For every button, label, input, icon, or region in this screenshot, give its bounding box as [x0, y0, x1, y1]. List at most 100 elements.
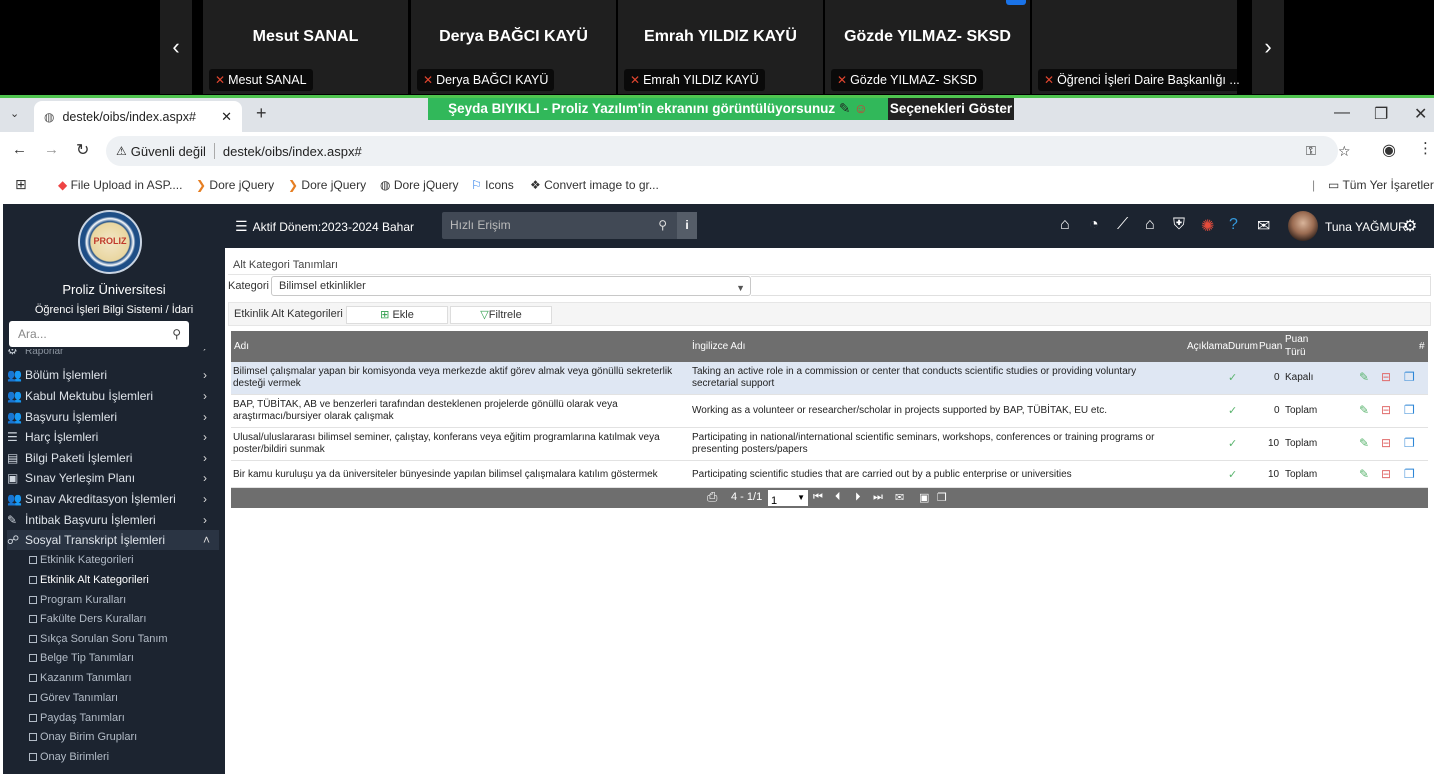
- user-name[interactable]: Tuna YAĞMUR: [1325, 220, 1407, 234]
- copy-icon[interactable]: ❐: [1404, 436, 1415, 450]
- copy-icon[interactable]: ❐: [1404, 403, 1415, 417]
- sidebar-item-bilgi-paketi[interactable]: ▤ Bilgi Paketi İşlemleri ›: [7, 451, 207, 465]
- avatar[interactable]: [1288, 211, 1318, 241]
- sidebar-item-sinav-akreditasyon[interactable]: 👥 Sınav Akreditasyon İşlemleri ›: [7, 492, 207, 506]
- menu-icon[interactable]: ⋮: [1418, 139, 1433, 157]
- star-icon[interactable]: ☆: [1338, 143, 1351, 160]
- active-term[interactable]: ☰ Aktif Dönem:2023-2024 Bahar: [235, 218, 414, 235]
- table-row[interactable]: Bir kamu kuruluşu ya da üniversiteler bü…: [231, 461, 1428, 488]
- last-page-icon[interactable]: ⏭: [873, 491, 883, 504]
- info-icon[interactable]: i: [677, 212, 697, 239]
- column-header[interactable]: İngilizce Adı: [692, 341, 745, 352]
- settings-icon[interactable]: ⚙: [1403, 216, 1417, 236]
- bank-icon[interactable]: ⌂: [1145, 216, 1155, 234]
- sidebar-item-intibak[interactable]: ✎ İntibak Başvuru İşlemleri ›: [7, 513, 207, 527]
- browser-tab[interactable]: ◍ destek/oibs/index.aspx# ✕: [34, 101, 242, 132]
- bookmark-item[interactable]: ◆ File Upload in ASP....: [58, 178, 182, 192]
- minimize-button[interactable]: —: [1334, 104, 1350, 122]
- submenu-item[interactable]: Fakülte Ders Kuralları: [29, 613, 146, 625]
- submenu-item[interactable]: Sıkça Sorulan Soru Tanım: [29, 633, 168, 645]
- address-field[interactable]: ⚠ Güvenli değil destek/oibs/index.aspx# …: [106, 136, 1351, 166]
- bookmark-item[interactable]: ❯ Dore jQuery: [196, 178, 274, 192]
- delete-icon[interactable]: ⊟: [1381, 436, 1391, 450]
- first-page-icon[interactable]: ⏮: [813, 491, 823, 504]
- copy-icon[interactable]: ❐: [1404, 370, 1415, 384]
- all-bookmarks-button[interactable]: ▭ Tüm Yer İşaretleri: [1328, 178, 1434, 192]
- delete-icon[interactable]: ⊟: [1381, 370, 1391, 384]
- next-participants-button[interactable]: ›: [1252, 0, 1284, 94]
- bookmark-item[interactable]: ❯ Dore jQuery: [288, 178, 366, 192]
- new-tab-button[interactable]: +: [256, 103, 267, 124]
- edit-icon[interactable]: ✎: [1359, 467, 1369, 481]
- column-header[interactable]: Adı: [234, 341, 249, 352]
- sidebar-item-sosyal-transkript[interactable]: ☍ Sosyal Transkript İşlemleri ˄: [7, 530, 219, 550]
- submenu-item[interactable]: Onay Birimleri: [29, 751, 109, 763]
- submenu-item-active[interactable]: Etkinlik Alt Kategorileri: [29, 574, 149, 586]
- bookmark-item[interactable]: ❖ Convert image to gr...: [530, 178, 659, 192]
- edit-icon[interactable]: ✎: [1359, 436, 1369, 450]
- submenu-item[interactable]: Onay Birim Grupları: [29, 731, 137, 743]
- bookmark-item[interactable]: ⚐ Icons: [471, 178, 514, 192]
- sidebar-search-input[interactable]: Ara... ⚲: [9, 321, 189, 347]
- key-icon[interactable]: ⚿: [1306, 143, 1316, 159]
- pie-chart-icon[interactable]: ◔: [1089, 216, 1099, 234]
- print-icon[interactable]: ⎙: [707, 489, 717, 505]
- delete-icon[interactable]: ⊟: [1381, 403, 1391, 417]
- submenu-item[interactable]: Görev Tanımları: [29, 692, 118, 704]
- line-chart-icon[interactable]: ⟋: [1117, 216, 1128, 234]
- bookmark-item[interactable]: ◍ Dore jQuery: [380, 178, 459, 192]
- submenu-item[interactable]: Program Kuralları: [29, 594, 126, 606]
- category-select[interactable]: Bilimsel etkinlikler ▼: [271, 276, 751, 296]
- sidebar-item-reports[interactable]: ⚙Raporlar›: [7, 349, 206, 357]
- hamburger-icon[interactable]: ☰: [235, 218, 248, 234]
- table-row[interactable]: Ulusal/uluslararası bilimsel seminer, ça…: [231, 428, 1428, 461]
- sidebar-item-harc[interactable]: ☰ Harç İşlemleri ›: [7, 430, 207, 444]
- delete-icon[interactable]: ⊟: [1381, 467, 1391, 481]
- column-header[interactable]: Durum: [1228, 341, 1258, 352]
- sidebar-item-basvuru[interactable]: 👥 Başvuru İşlemleri ›: [7, 410, 207, 424]
- help-icon[interactable]: ?: [1229, 216, 1238, 234]
- close-tab-icon[interactable]: ✕: [221, 109, 232, 125]
- show-options-button[interactable]: Seçenekleri Göster: [888, 98, 1014, 120]
- participant-tile[interactable]: Derya BAĞCI KAYÜ ✕ Derya BAĞCI KAYÜ: [411, 0, 616, 94]
- participant-tile[interactable]: ✕ Öğrenci İşleri Daire Başkanlığı ...: [1032, 0, 1246, 94]
- bug-icon[interactable]: ✺: [1201, 216, 1214, 236]
- profile-icon[interactable]: ◉: [1382, 140, 1396, 160]
- copy-icon[interactable]: ❐: [1404, 467, 1415, 481]
- reload-button[interactable]: ↻: [76, 140, 89, 160]
- shield-icon[interactable]: ⛨: [1173, 216, 1185, 234]
- prev-participants-button[interactable]: ‹: [160, 0, 192, 94]
- filter-button[interactable]: ▽Filtrele: [450, 306, 552, 324]
- clipboard-icon[interactable]: ▣: [919, 491, 929, 504]
- prev-page-icon[interactable]: ⏴: [835, 491, 841, 504]
- participant-tile[interactable]: Gözde YILMAZ- SKSD ✕ Gözde YILMAZ- SKSD: [825, 0, 1030, 94]
- window-close-button[interactable]: ✕: [1414, 104, 1427, 124]
- sidebar-item-sinav-yerlesim[interactable]: ▣ Sınav Yerleşim Planı ›: [7, 471, 207, 485]
- back-button[interactable]: ←: [12, 141, 27, 158]
- url-text[interactable]: destek/oibs/index.aspx#: [223, 144, 362, 159]
- sidebar-item-kabul[interactable]: 👥 Kabul Mektubu İşlemleri ›: [7, 389, 207, 403]
- column-header[interactable]: Puan: [1259, 341, 1282, 352]
- apps-icon[interactable]: ⊞: [15, 176, 27, 193]
- submenu-item[interactable]: Belge Tip Tanımları: [29, 652, 134, 664]
- search-icon[interactable]: ⚲: [658, 212, 667, 239]
- announce-icon[interactable]: ✉: [895, 491, 904, 504]
- participant-tile[interactable]: Emrah YILDIZ KAYÜ ✕ Emrah YILDIZ KAYÜ: [618, 0, 823, 94]
- restore-button[interactable]: ❐: [1374, 104, 1388, 124]
- sidebar-item-bolum[interactable]: 👥 Bölüm İşlemleri ›: [7, 368, 207, 382]
- column-header[interactable]: Açıklama: [1187, 341, 1228, 352]
- add-button[interactable]: ⊞ Ekle: [346, 306, 448, 324]
- table-row[interactable]: Bilimsel çalışmalar yapan bir komisyonda…: [231, 362, 1428, 395]
- column-header[interactable]: Puan: [1285, 334, 1308, 345]
- column-header[interactable]: Türü: [1285, 347, 1306, 358]
- page-select[interactable]: 1 ▼: [768, 490, 808, 507]
- copy-icon[interactable]: ❐: [937, 491, 947, 504]
- home-icon[interactable]: ⌂: [1060, 216, 1070, 234]
- participant-tile[interactable]: Mesut SANAL ✕ Mesut SANAL: [203, 0, 408, 94]
- security-label[interactable]: Güvenli değil: [131, 144, 206, 159]
- tab-search-icon[interactable]: ⌄: [10, 107, 19, 120]
- forward-button[interactable]: →: [44, 141, 59, 158]
- submenu-item[interactable]: Etkinlik Kategorileri: [29, 554, 134, 566]
- table-row[interactable]: BAP, TÜBİTAK, AB ve benzerleri tarafında…: [231, 395, 1428, 428]
- chat-icon[interactable]: ✉: [1257, 216, 1270, 236]
